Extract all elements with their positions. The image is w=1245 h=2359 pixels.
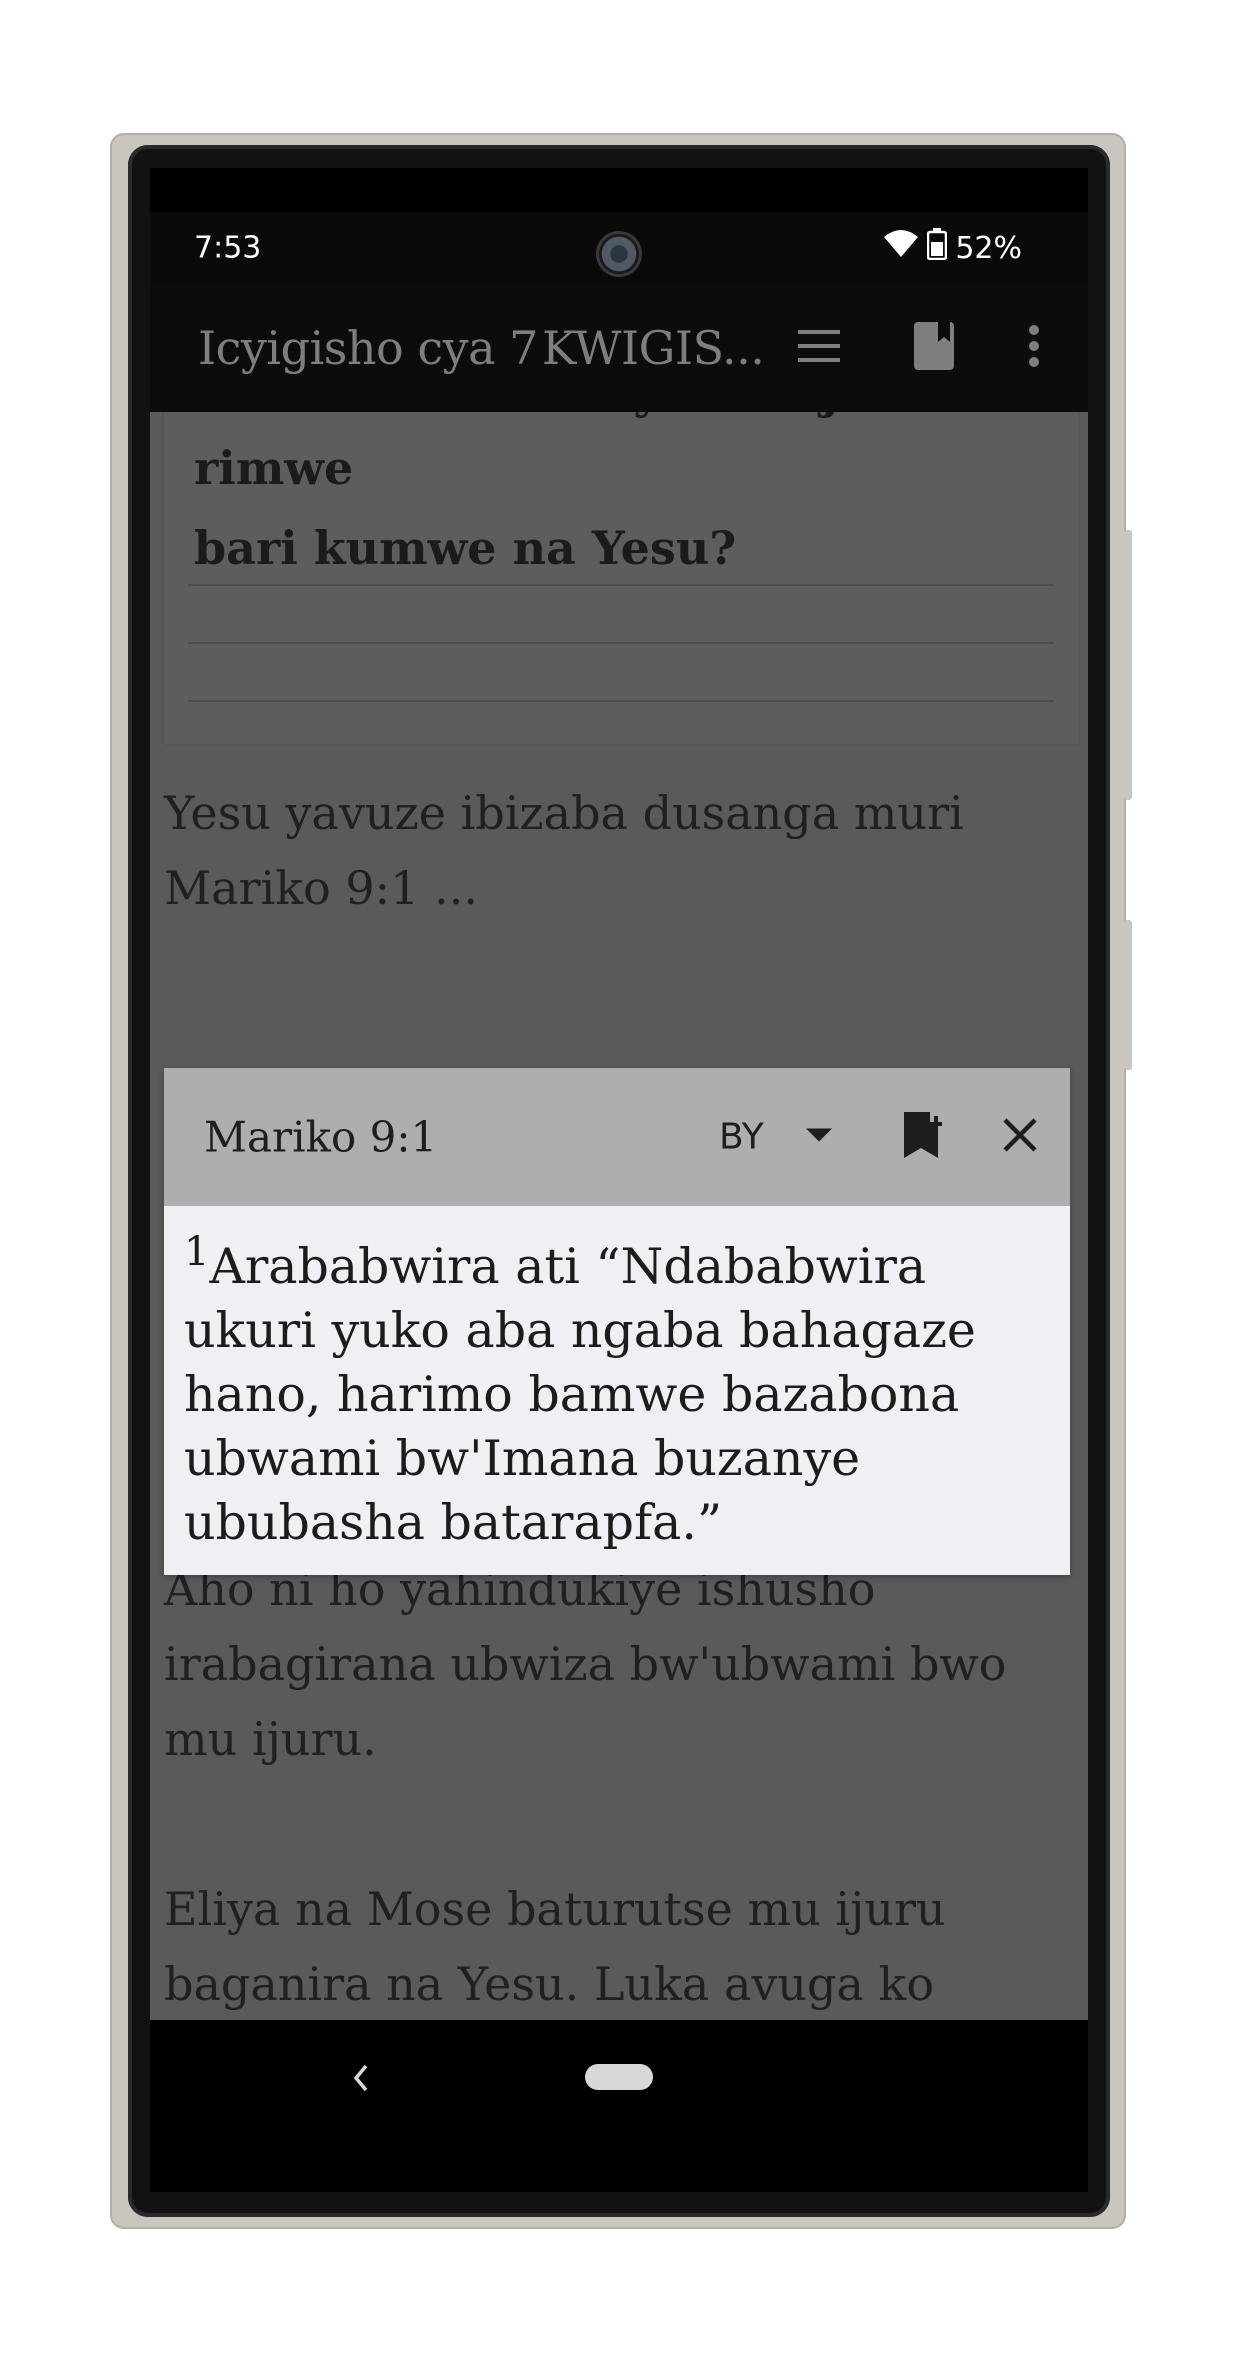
home-button[interactable] [585, 2064, 653, 2090]
screen: 7:53 52% Icyigisho cya 7 KWIGIS... na Yo [150, 168, 1088, 2192]
chevron-down-icon[interactable] [806, 1128, 832, 1147]
verse-text: Arababwira ati “Ndababwira ukuri yuko ab… [184, 1238, 976, 1551]
lesson-subtitle[interactable]: KWIGIS... [542, 321, 765, 375]
bookmark-add-icon[interactable] [904, 1112, 942, 1162]
status-bar: 7:53 52% [150, 212, 1088, 284]
popup-header: Mariko 9:1 BY [164, 1068, 1070, 1206]
verse-body: 1Arababwira ati “Ndababwira ukuri yuko a… [184, 1220, 1054, 1555]
verse-link[interactable]: Mariko 9:1 ... [164, 851, 1074, 926]
book-icon[interactable] [914, 322, 954, 374]
side-button [1124, 920, 1132, 1070]
lesson-title[interactable]: Icyigisho cya 7 [198, 321, 538, 375]
question-box: na Yohana babonye mu ijoro rimwe bari ku… [162, 412, 1080, 746]
back-icon[interactable] [350, 2062, 370, 2098]
wifi-icon [883, 229, 919, 267]
battery-percent: 52% [955, 230, 1022, 266]
verse-reference: Mariko 9:1 [204, 1112, 438, 1162]
answer-line[interactable] [188, 700, 1054, 702]
verse-popup: Mariko 9:1 BY 1Arababwira ati “Ndababwir… [164, 1068, 1070, 1575]
status-time: 7:53 [194, 230, 262, 266]
question-line: na Yohana babonye mu ijoro rimwe [194, 412, 923, 495]
lesson-content: na Yohana babonye mu ijoro rimwe bari ku… [150, 412, 1088, 2020]
paragraph: Eliya na Mose baturutse mu ijuru baganir… [164, 1882, 946, 2011]
verse-number: 1 [184, 1229, 210, 1275]
navigation-bar [150, 2020, 1088, 2192]
answer-line[interactable] [188, 584, 1054, 586]
close-icon[interactable] [1002, 1117, 1038, 1157]
side-button [1124, 530, 1132, 800]
question-line: bari kumwe na Yesu? [194, 521, 737, 575]
question-text: na Yohana babonye mu ijoro rimwe bari ku… [194, 412, 1054, 586]
paragraph-line: Yesu yavuze ibizaba dusanga muri [164, 786, 964, 840]
front-camera [599, 234, 639, 274]
answer-line[interactable] [188, 642, 1054, 644]
battery-icon [927, 228, 948, 268]
version-select[interactable]: BY [719, 1117, 764, 1158]
paragraph: Yesu yavuze ibizaba dusanga muri Mariko … [164, 776, 1074, 926]
app-bar: Icyigisho cya 7 KWIGIS... [150, 284, 1088, 412]
status-icons: 52% [883, 228, 1022, 268]
menu-icon[interactable] [798, 328, 840, 368]
more-options-icon[interactable] [1028, 324, 1040, 372]
paragraph: Aho ni ho yahindukiye ishusho irabagiran… [164, 1562, 1007, 1766]
